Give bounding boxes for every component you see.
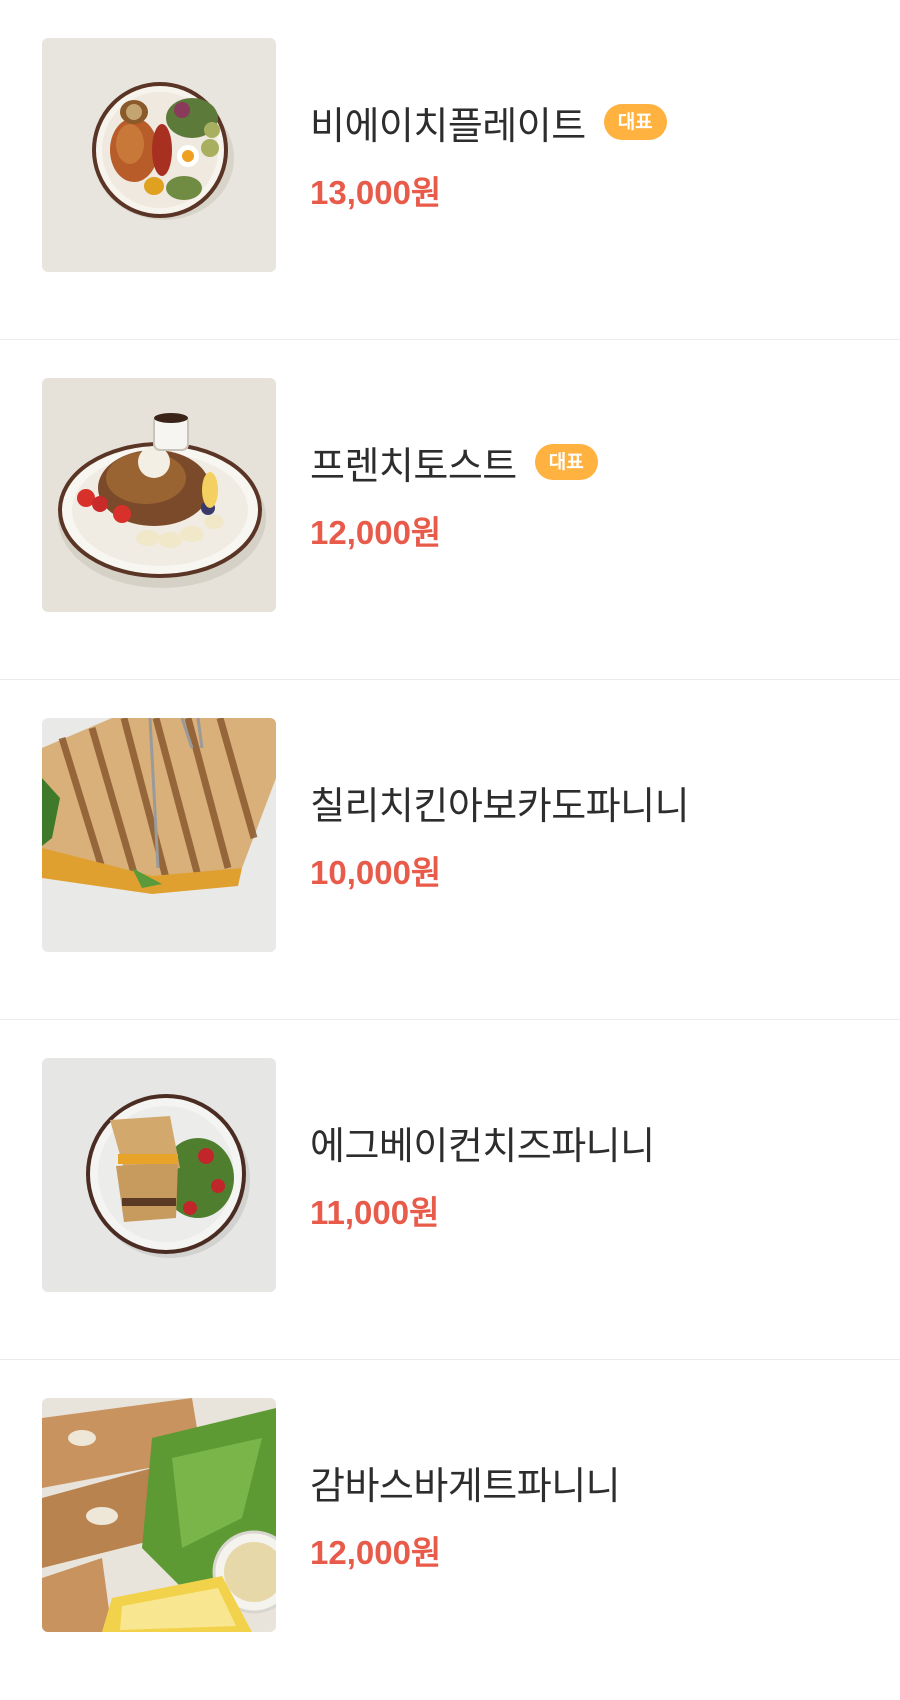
menu-item-image[interactable] xyxy=(42,378,276,612)
menu-item-name: 에그베이컨치즈파니니 xyxy=(310,1123,655,1168)
french-toast-photo-icon xyxy=(42,378,276,612)
menu-item-image[interactable] xyxy=(42,1058,276,1292)
menu-item-price: 12,000원 xyxy=(310,514,442,551)
plate-photo-icon xyxy=(42,38,276,272)
menu-item-info: 감바스바게트파니니 12,000원 xyxy=(310,1456,621,1574)
menu-item-info: 비에이치플레이트 대표 13,000원 xyxy=(310,96,667,214)
menu-item-name-row: 프렌치토스트 대표 xyxy=(310,436,598,488)
baguette-photo-icon xyxy=(42,1398,276,1632)
menu-item-price: 13,000원 xyxy=(310,174,442,211)
menu-item-price: 10,000원 xyxy=(310,854,442,891)
menu-item[interactable]: 프렌치토스트 대표 12,000원 xyxy=(0,340,900,680)
menu-list: 비에이치플레이트 대표 13,000원 프렌치토스트 대표 12,000원 칠리… xyxy=(0,0,900,1700)
menu-item-name: 비에이치플레이트 xyxy=(310,103,586,148)
signature-badge: 대표 xyxy=(603,104,667,140)
menu-item-name-row: 비에이치플레이트 대표 xyxy=(310,96,667,148)
menu-item-info: 에그베이컨치즈파니니 11,000원 xyxy=(310,1116,655,1234)
signature-badge: 대표 xyxy=(534,444,598,480)
menu-item-image[interactable] xyxy=(42,1398,276,1632)
menu-item-name-row: 에그베이컨치즈파니니 xyxy=(310,1116,655,1168)
menu-item[interactable]: 칠리치킨아보카도파니니 10,000원 xyxy=(0,680,900,1020)
menu-item-name: 감바스바게트파니니 xyxy=(310,1463,621,1508)
panini-photo-icon xyxy=(42,718,276,952)
menu-item-price: 11,000원 xyxy=(310,1194,440,1231)
menu-item-info: 프렌치토스트 대표 12,000원 xyxy=(310,436,598,554)
menu-item-info: 칠리치킨아보카도파니니 10,000원 xyxy=(310,776,690,894)
menu-item-name: 프렌치토스트 xyxy=(310,443,517,488)
panini-salad-photo-icon xyxy=(42,1058,276,1292)
menu-item[interactable]: 감바스바게트파니니 12,000원 xyxy=(0,1360,900,1700)
menu-item-price: 12,000원 xyxy=(310,1534,442,1571)
menu-item[interactable]: 비에이치플레이트 대표 13,000원 xyxy=(0,0,900,340)
menu-item-name-row: 칠리치킨아보카도파니니 xyxy=(310,776,690,828)
menu-item-name: 칠리치킨아보카도파니니 xyxy=(310,783,690,828)
menu-item-image[interactable] xyxy=(42,718,276,952)
menu-item-image[interactable] xyxy=(42,38,276,272)
menu-item-name-row: 감바스바게트파니니 xyxy=(310,1456,621,1508)
menu-item[interactable]: 에그베이컨치즈파니니 11,000원 xyxy=(0,1020,900,1360)
